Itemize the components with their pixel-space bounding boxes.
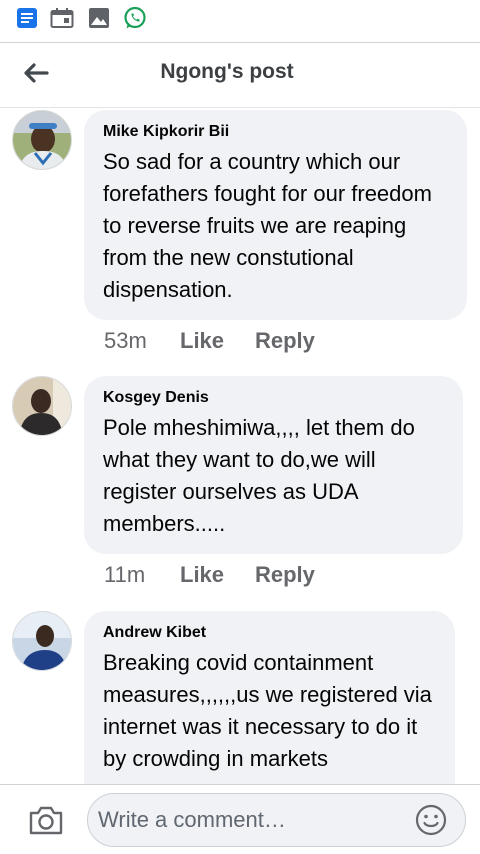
camera-icon: [29, 806, 63, 835]
comment-text: Pole mheshimiwa,,,, let them do what the…: [103, 415, 415, 536]
page-title: Ngong's post: [160, 60, 294, 83]
comment-actions: 11m Like Reply: [104, 562, 315, 588]
avatar[interactable]: [12, 611, 72, 671]
comment-author[interactable]: Mike Kipkorir Bii: [103, 122, 447, 142]
like-button[interactable]: Like: [180, 328, 255, 354]
avatar[interactable]: [12, 110, 72, 170]
comment-bubble[interactable]: Mike Kipkorir Bii So sad for a country w…: [84, 110, 467, 320]
comments-list[interactable]: Mike Kipkorir Bii So sad for a country w…: [0, 108, 480, 784]
comment-input[interactable]: Write a comment…: [87, 793, 466, 847]
whatsapp-icon: [123, 6, 147, 29]
comment-author[interactable]: Kosgey Denis: [103, 388, 443, 408]
comment-text: Breaking covid containment measures,,,,,…: [103, 650, 432, 771]
comment-author[interactable]: Andrew Kibet: [103, 623, 435, 643]
status-bar: [0, 0, 480, 38]
gallery-icon: [87, 7, 111, 29]
emoji-button[interactable]: [413, 802, 449, 838]
comment-timestamp[interactable]: 11m: [104, 562, 180, 588]
avatar[interactable]: [12, 376, 72, 436]
comment-input-placeholder: Write a comment…: [98, 807, 286, 832]
comment-bubble[interactable]: Andrew Kibet Breaking covid containment …: [84, 611, 455, 784]
post-header: Ngong's post: [0, 42, 480, 108]
reply-button[interactable]: Reply: [255, 562, 315, 588]
comment-actions: 53m Like Reply: [104, 328, 315, 354]
camera-button[interactable]: [24, 798, 68, 842]
calendar-icon: [50, 7, 74, 29]
like-button[interactable]: Like: [180, 562, 255, 588]
comment-timestamp[interactable]: 53m: [104, 328, 180, 354]
comment-bubble[interactable]: Kosgey Denis Pole mheshimiwa,,,, let the…: [84, 376, 463, 554]
notes-icon: [15, 7, 39, 29]
comment-text: So sad for a country which our forefathe…: [103, 149, 432, 302]
smiley-icon: [415, 804, 447, 836]
reply-button[interactable]: Reply: [255, 328, 315, 354]
comment-composer: Write a comment…: [0, 784, 480, 854]
